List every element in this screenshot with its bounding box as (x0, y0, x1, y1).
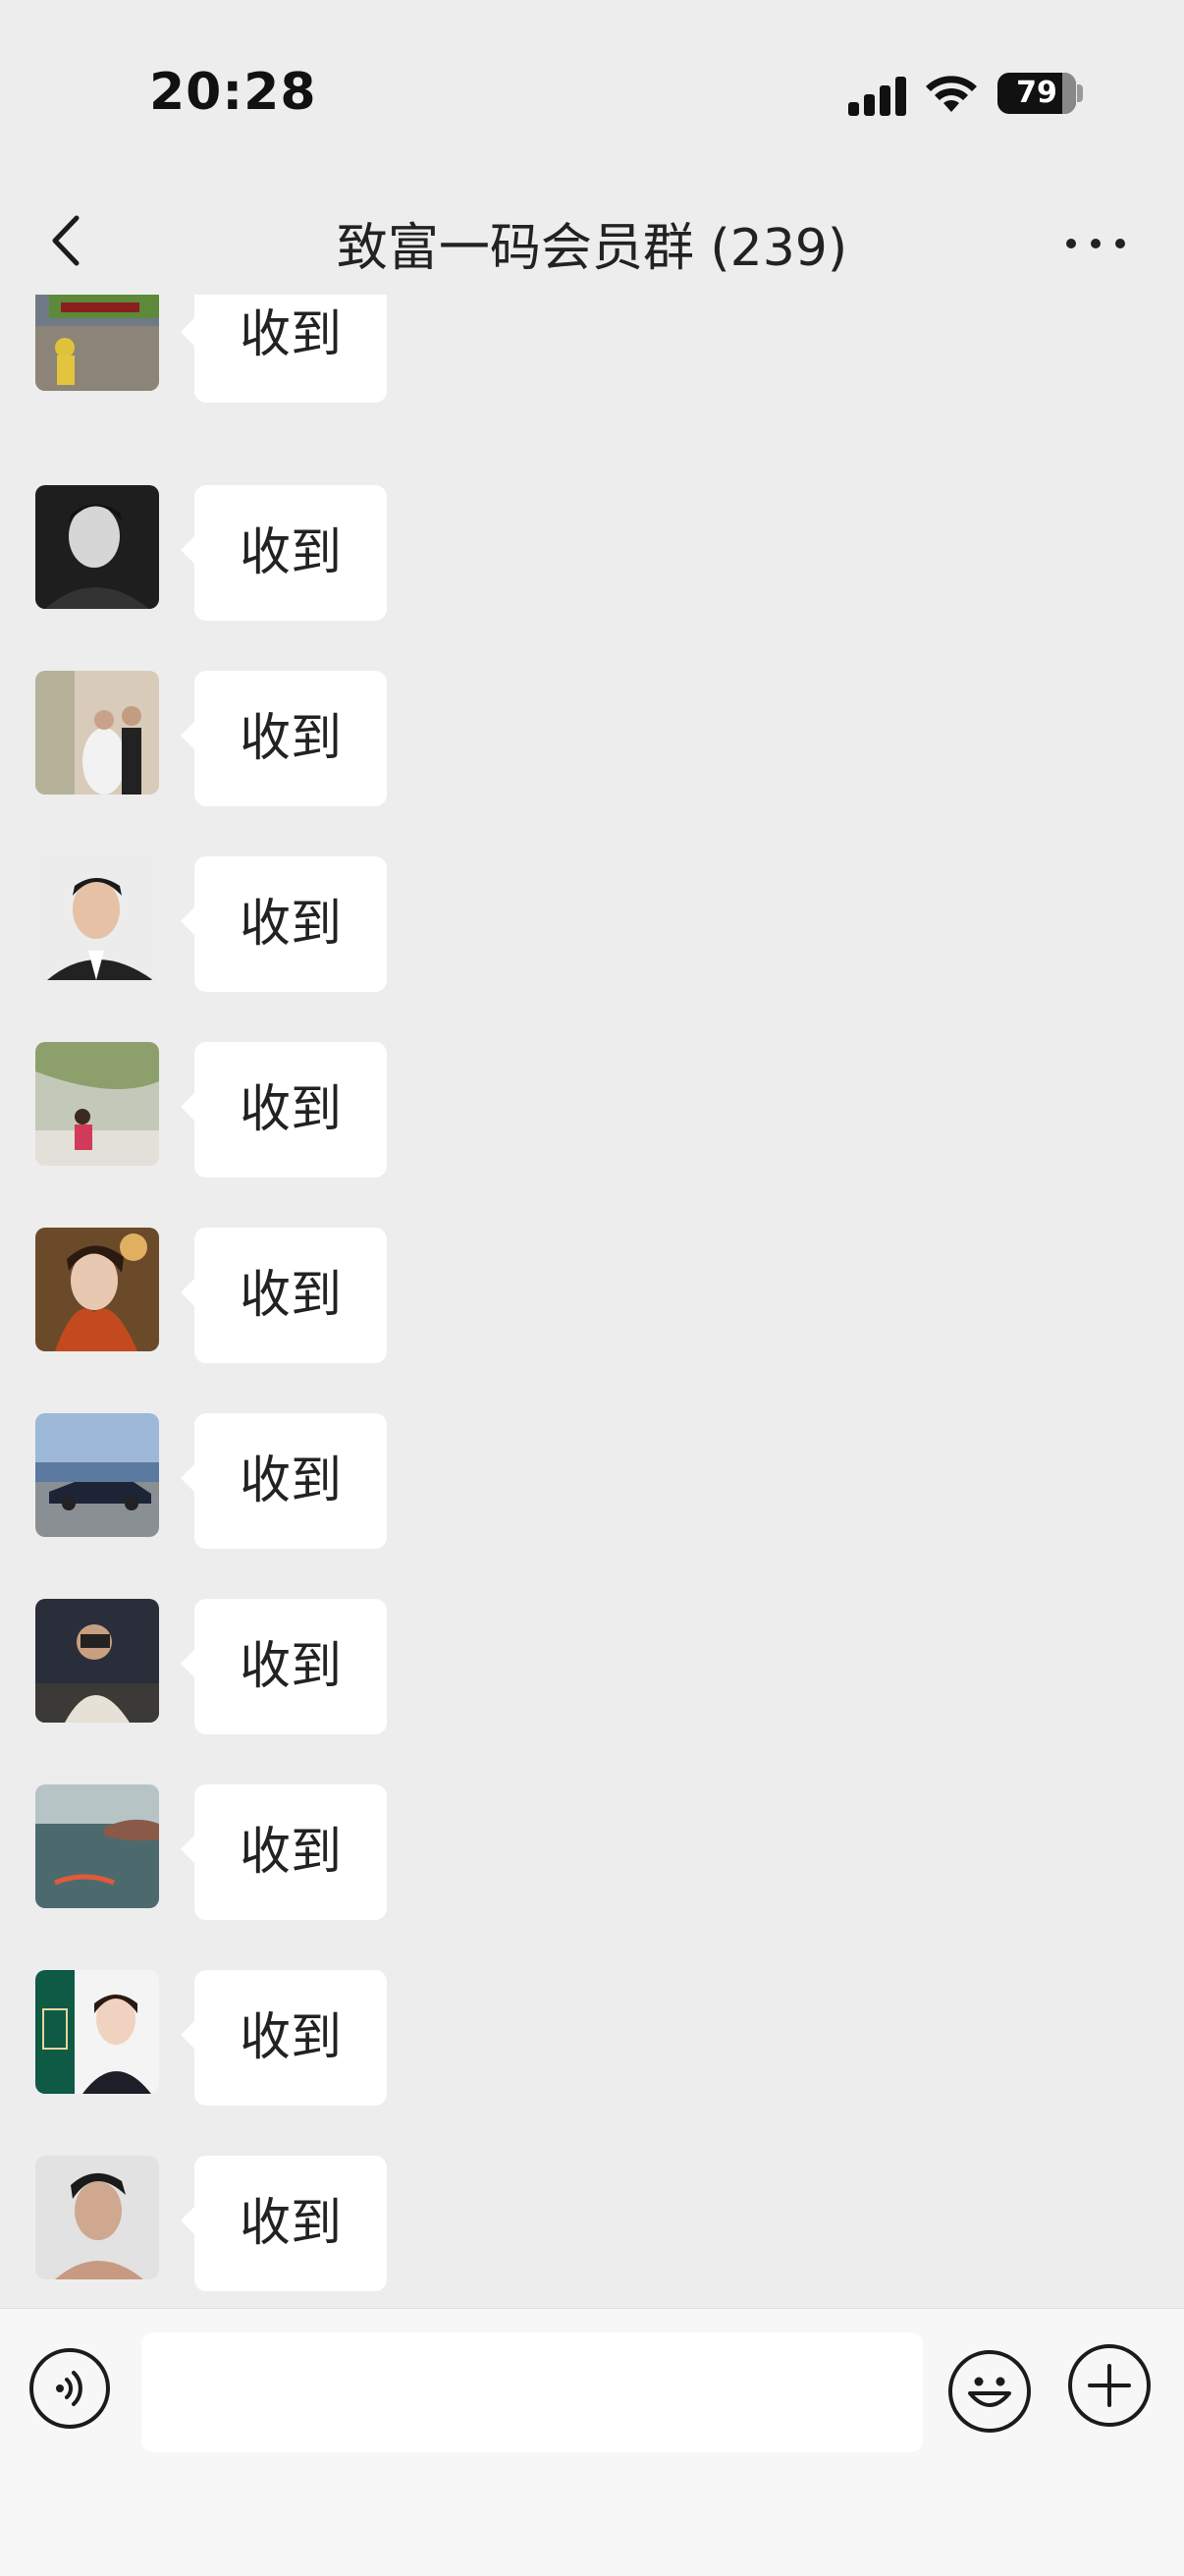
message-row: 收到 (0, 1042, 1184, 1179)
message-row: 收到 (0, 1784, 1184, 1922)
avatar[interactable] (35, 485, 159, 609)
back-button[interactable] (39, 208, 98, 273)
input-bar (0, 2308, 1184, 2576)
battery-icon: 79 (997, 73, 1076, 114)
voice-icon (56, 2371, 82, 2406)
message-bubble[interactable]: 收到 (180, 295, 388, 403)
message-bubble[interactable]: 收到 (180, 856, 388, 992)
message-input[interactable] (141, 2332, 923, 2452)
message-bubble[interactable]: 收到 (180, 1970, 388, 2106)
message-bubble[interactable]: 收到 (180, 1784, 388, 1920)
message-row: 收到 (0, 856, 1184, 994)
avatar[interactable] (35, 1413, 159, 1537)
plus-icon (1088, 2364, 1131, 2407)
status-time: 20:28 (149, 63, 317, 122)
message-bubble[interactable]: 收到 (180, 1228, 388, 1363)
message-row: 收到 (0, 485, 1184, 623)
chevron-left-icon (52, 215, 80, 266)
battery-nub (1077, 84, 1083, 102)
more-functions-button[interactable] (1068, 2344, 1151, 2427)
more-dots-icon (1066, 239, 1076, 248)
cellular-signal-icon (848, 75, 909, 116)
avatar[interactable] (35, 2156, 159, 2279)
emoji-icon (968, 2377, 1011, 2407)
message-row: 收到 (0, 2156, 1184, 2293)
avatar[interactable] (35, 1599, 159, 1723)
message-bubble[interactable]: 收到 (180, 1599, 388, 1734)
wifi-icon (926, 76, 977, 112)
avatar[interactable] (35, 295, 159, 391)
message-bubble[interactable]: 收到 (180, 671, 388, 806)
voice-input-button[interactable] (29, 2348, 110, 2429)
message-row: 收到 (0, 1599, 1184, 1736)
emoji-button[interactable] (948, 2350, 1031, 2433)
avatar[interactable] (35, 1970, 159, 2094)
message-row: 收到 (0, 1970, 1184, 2108)
message-row: 收到 (0, 671, 1184, 808)
avatar[interactable] (35, 1784, 159, 1908)
more-options-button[interactable] (1056, 220, 1135, 263)
message-bubble[interactable]: 收到 (180, 1413, 388, 1549)
chat-header: 致富一码会员群 (239) (0, 187, 1184, 295)
avatar[interactable] (35, 1042, 159, 1166)
message-list[interactable]: 收到 收到 收到 收到 收到 收到 收到 收到 收到 收到 收到 (0, 295, 1184, 2308)
message-bubble[interactable]: 收到 (180, 1042, 388, 1178)
message-row: 收到 (0, 295, 1184, 405)
status-bar: 20:28 79 (0, 0, 1184, 187)
avatar[interactable] (35, 856, 159, 980)
chat-title: 致富一码会员群 (239) (336, 219, 848, 278)
avatar[interactable] (35, 1228, 159, 1351)
message-bubble[interactable]: 收到 (180, 2156, 388, 2291)
message-row: 收到 (0, 1413, 1184, 1551)
message-row: 收到 (0, 1228, 1184, 1365)
message-bubble[interactable]: 收到 (180, 485, 388, 621)
avatar[interactable] (35, 671, 159, 795)
battery-level-text: 79 (1016, 76, 1057, 110)
